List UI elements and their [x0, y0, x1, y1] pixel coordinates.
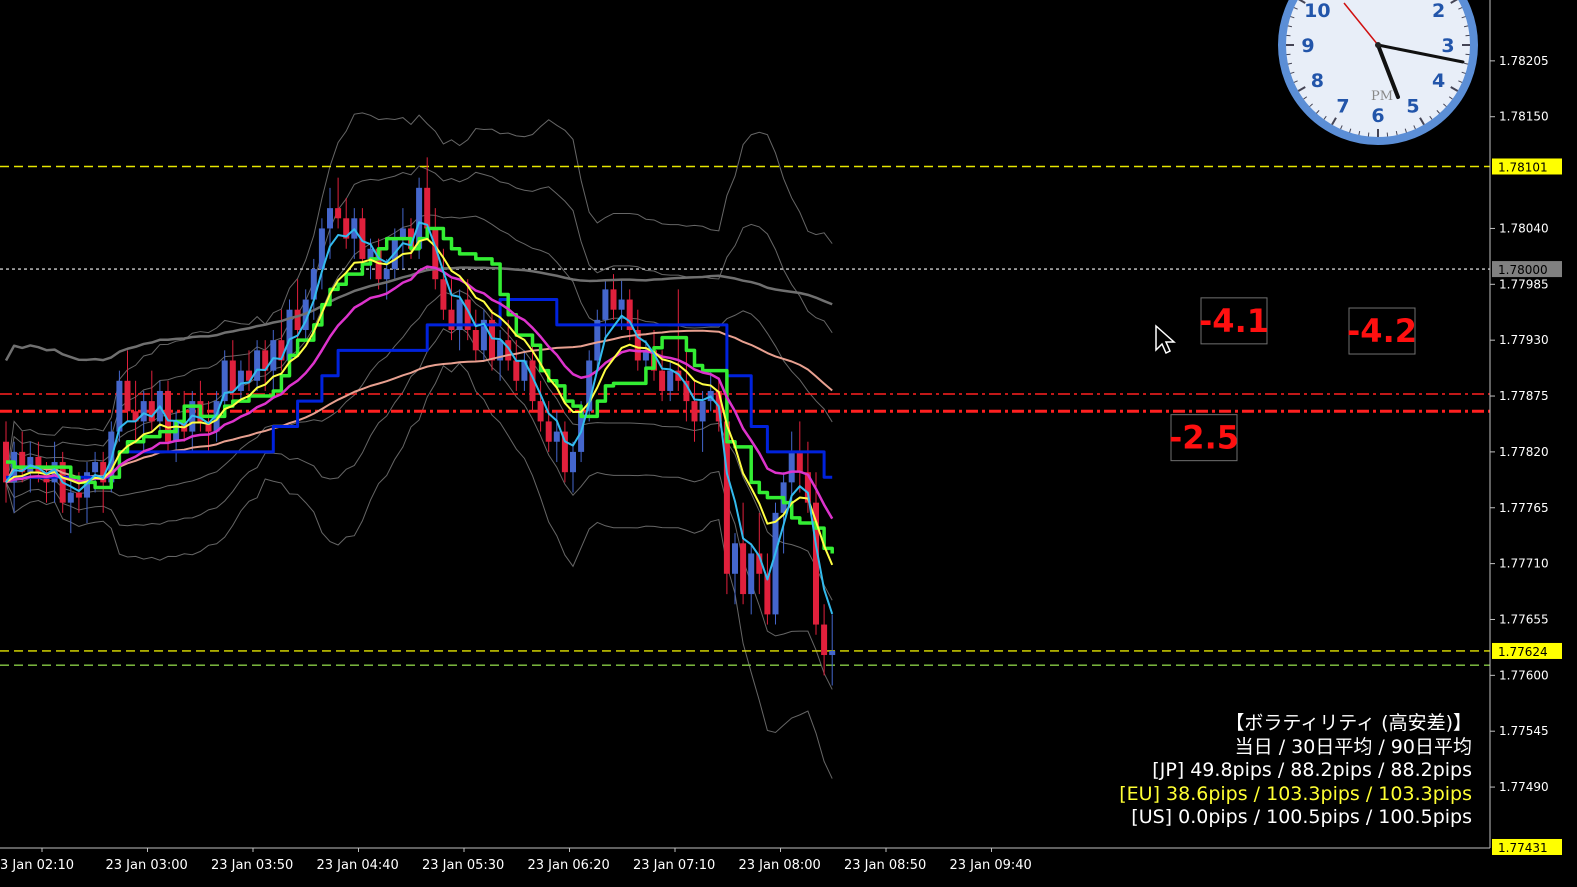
candle-body-68	[553, 431, 560, 442]
candle-body-90	[732, 543, 738, 574]
candle-body-9	[75, 492, 82, 498]
price-tick-label-10: 1.77600	[1499, 668, 1549, 682]
price-tick-label-1: 1.78150	[1499, 110, 1549, 124]
candle-body-86	[699, 401, 706, 422]
time-tick-label-6: 23 Jan 07:10	[633, 858, 715, 873]
clock-numeral-8: 8	[1311, 70, 1324, 92]
candle-body-14	[116, 380, 123, 432]
price-tick-label-9: 1.77655	[1499, 612, 1549, 626]
candle-body-67	[545, 421, 552, 442]
candle-body-11	[92, 462, 99, 473]
band-upper-3sigma	[5, 112, 833, 483]
candle-body-92	[748, 553, 755, 595]
price-label-2: 1.77624	[1498, 645, 1548, 659]
candle-body-89	[723, 421, 730, 574]
clock-numeral-6: 6	[1371, 105, 1384, 127]
candle-body-85	[691, 401, 698, 422]
candle-body-81	[659, 370, 666, 391]
candle-body-75	[610, 289, 617, 310]
clock-numeral-5: 5	[1406, 96, 1419, 118]
time-tick-label-1: 23 Jan 03:00	[106, 858, 188, 873]
time-tick-label-2: 23 Jan 03:50	[211, 858, 293, 873]
price-tick-label-4: 1.77930	[1499, 333, 1549, 347]
candle-body-36	[294, 309, 301, 331]
volatility-eu: [EU] 38.6pips / 103.3pips / 103.3pips	[1119, 782, 1472, 805]
analog-clock: 10 9 87 6 54 3 2 PM	[1278, 0, 1478, 145]
candle-body-40	[327, 208, 333, 229]
candle-body-47	[383, 269, 390, 280]
candle-body-17	[140, 401, 147, 422]
volatility-panel: 【ボラティリティ (高安差)】 当日 / 30日平均 / 90日平均 [JP] …	[1119, 712, 1472, 830]
volatility-header: 当日 / 30日平均 / 90日平均	[1234, 735, 1472, 758]
clock-numeral-3: 3	[1441, 35, 1454, 57]
price-label-3: 1.77431	[1498, 841, 1548, 855]
annotations: -4.1 -4.2 -2.5	[1169, 297, 1417, 462]
candle-body-76	[618, 299, 625, 310]
price-tick-label-7: 1.77765	[1499, 501, 1549, 515]
ma-cyan-line	[5, 221, 834, 615]
volatility-jp: [JP] 49.8pips / 88.2pips / 88.2pips	[1152, 759, 1472, 781]
clock-period: PM	[1371, 89, 1393, 104]
annotation-label-1: -4.2	[1347, 312, 1417, 350]
candle-body-41	[335, 208, 342, 219]
annotation-label-2: -2.5	[1169, 419, 1239, 457]
moving-averages	[4, 221, 834, 615]
price-label-1: 1.78000	[1498, 263, 1548, 277]
volatility-title: 【ボラティリティ (高安差)】	[1225, 712, 1472, 734]
time-tick-label-5: 23 Jan 06:20	[528, 858, 610, 873]
candle-body-97	[788, 451, 795, 483]
price-label-0: 1.78101	[1498, 160, 1548, 174]
price-tick-label-8: 1.77710	[1499, 557, 1549, 571]
time-tick-label-7: 23 Jan 08:00	[739, 858, 821, 873]
time-tick-label-9: 23 Jan 09:40	[950, 858, 1032, 873]
clock-numeral-2: 2	[1432, 0, 1445, 22]
candle-body-101	[821, 624, 828, 656]
clock-numeral-9: 9	[1301, 35, 1314, 57]
candle-body-66	[537, 401, 544, 422]
price-tick-label-6: 1.77820	[1499, 445, 1549, 459]
clock-center	[1375, 42, 1381, 48]
candle-body-15	[124, 380, 131, 412]
candle-body-82	[667, 370, 674, 391]
time-tick-label-4: 23 Jan 05:30	[422, 858, 504, 873]
candle-body-95	[772, 512, 779, 615]
candle-body-31	[254, 350, 261, 381]
time-tick-label-8: 23 Jan 08:50	[844, 858, 926, 873]
mouse-cursor-icon	[1155, 324, 1176, 355]
candle-body-28	[229, 360, 236, 391]
candle-body-33	[270, 340, 277, 371]
clock-numeral-4: 4	[1432, 70, 1445, 92]
candle-body-98	[796, 451, 803, 473]
volatility-us: [US] 0.0pips / 100.5pips / 100.5pips	[1131, 806, 1472, 828]
candle-body-91	[740, 543, 747, 595]
candle-body-63	[513, 360, 520, 381]
candle-body-52	[424, 187, 431, 229]
time-tick-label-3: 23 Jan 04:40	[317, 858, 399, 873]
candle-body-70	[570, 451, 576, 473]
price-tick-label-12: 1.77490	[1499, 780, 1549, 794]
clock-numeral-7: 7	[1336, 96, 1349, 118]
ma-gray-line	[4, 266, 833, 362]
candle-body-18	[148, 401, 155, 422]
price-tick-label-0: 1.78205	[1499, 54, 1549, 68]
candle-body-29	[237, 370, 244, 391]
candle-body-55	[448, 309, 455, 331]
price-axis: 1.78205 1.78150 1.78040 1.77985 1.77930 1.778…	[1489, 0, 1562, 855]
time-axis: 3 Jan 02:10 23 Jan 03:00 23 Jan 03:50 23 Ja…	[0, 847, 1490, 873]
price-tick-label-5: 1.77875	[1499, 389, 1549, 403]
clock-numeral-10: 10	[1304, 0, 1330, 22]
price-tick-label-2: 1.78040	[1499, 221, 1549, 235]
annotation-label-0: -4.1	[1199, 302, 1269, 340]
candle-body-54	[440, 279, 447, 310]
candle-body-74	[602, 289, 609, 320]
price-tick-label-11: 1.77545	[1499, 724, 1549, 738]
candle-body-102	[829, 650, 836, 656]
candle-body-58	[472, 330, 479, 351]
price-tick-label-3: 1.77985	[1499, 277, 1549, 291]
candle-body-8	[67, 492, 74, 503]
time-tick-label-0: 3 Jan 02:10	[0, 858, 74, 873]
